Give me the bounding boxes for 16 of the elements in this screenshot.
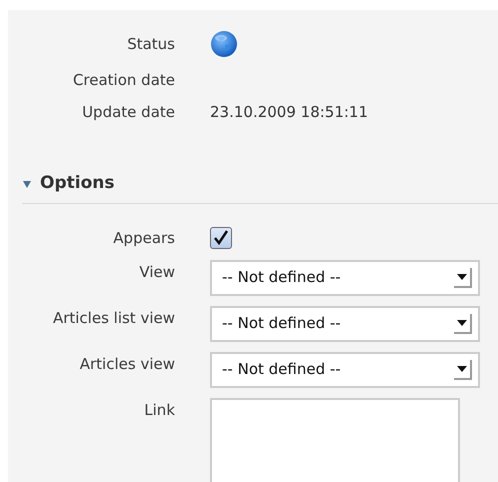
field-label: Status bbox=[126, 34, 175, 55]
dropdown[interactable]: -- Not defined -- bbox=[210, 260, 480, 296]
checkbox[interactable] bbox=[210, 226, 232, 248]
globe-icon bbox=[210, 30, 238, 58]
field-label: View bbox=[138, 262, 175, 282]
field-label: Articles list view bbox=[52, 308, 175, 328]
section-title: Options bbox=[40, 172, 114, 195]
field-label: Appears bbox=[112, 228, 175, 248]
field-label: Link bbox=[143, 400, 175, 420]
caret-icon[interactable] bbox=[22, 178, 32, 189]
dropdown[interactable]: -- Not defined -- bbox=[210, 352, 480, 388]
field-label: Creation date bbox=[72, 70, 175, 91]
field-label: Update date bbox=[81, 102, 175, 123]
field-label: Articles view bbox=[78, 354, 175, 374]
field-value: 23.10.2009 18:51:11 bbox=[210, 102, 368, 121]
dropdown[interactable]: -- Not defined -- bbox=[210, 306, 480, 342]
